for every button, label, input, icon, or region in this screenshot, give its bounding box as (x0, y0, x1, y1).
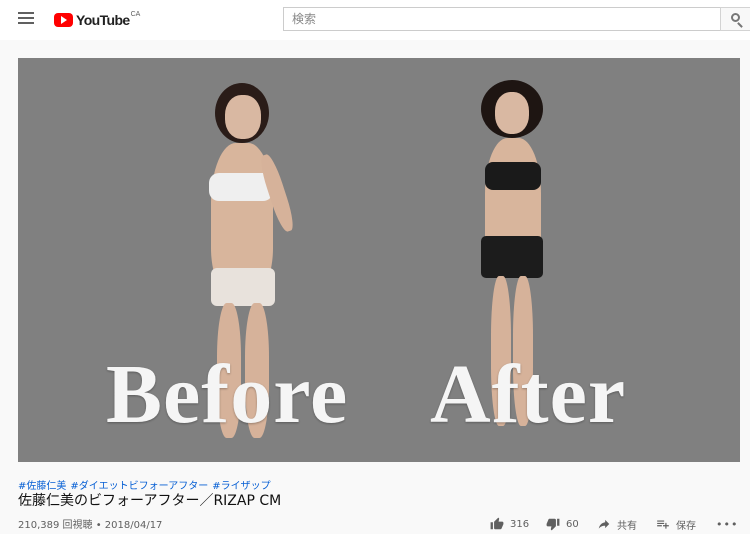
dislike-count: 60 (566, 518, 579, 530)
playlist-add-icon (657, 520, 669, 529)
logo-country-code: CA (130, 10, 141, 18)
search-button[interactable] (720, 7, 750, 31)
logo-text: YouTube (76, 12, 130, 28)
share-button[interactable]: 共有 (597, 516, 637, 532)
dislike-button[interactable]: 60 (546, 516, 579, 532)
video-player[interactable]: Before After (18, 58, 740, 462)
save-label: 保存 (676, 520, 696, 532)
menu-icon[interactable] (18, 12, 36, 26)
youtube-play-icon (54, 13, 73, 27)
like-count: 316 (510, 518, 530, 530)
like-button[interactable]: 316 (490, 516, 529, 532)
thumbs-up-icon (490, 517, 504, 530)
save-button[interactable]: 保存 (656, 516, 696, 532)
share-label: 共有 (617, 520, 637, 532)
youtube-logo[interactable]: YouTube CA (54, 10, 140, 30)
view-count-date: 210,389 回視聴 • 2018/04/17 (18, 520, 163, 531)
search-input[interactable] (284, 8, 720, 30)
more-icon: ••• (716, 517, 739, 531)
more-actions-button[interactable]: ••• (716, 516, 738, 532)
thumbs-down-icon (546, 518, 560, 531)
share-arrow-icon (598, 519, 610, 529)
search-box (283, 7, 721, 31)
caption-before: Before (106, 348, 349, 441)
top-bar: YouTube CA (0, 0, 750, 40)
caption-after: After (430, 348, 627, 441)
video-title: 佐藤仁美のビフォーアフター／RIZAP CM (18, 493, 282, 509)
